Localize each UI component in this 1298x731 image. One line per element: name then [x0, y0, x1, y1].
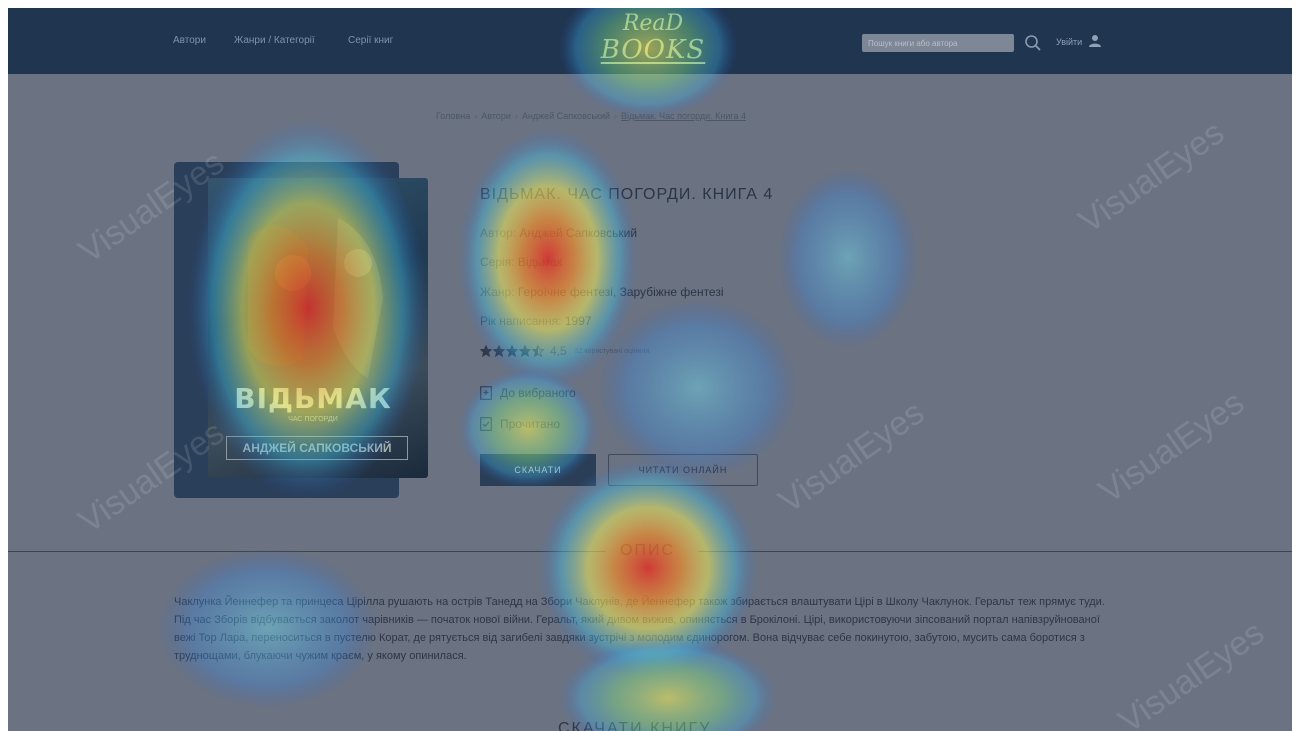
star-icon: [506, 345, 518, 357]
year-value: 1997: [564, 314, 592, 328]
breadcrumb-authors[interactable]: Автори: [481, 111, 511, 121]
breadcrumb: Головна › Автори › Анджей Сапковський › Відьма…: [436, 111, 746, 121]
rating-stars[interactable]: [480, 345, 545, 357]
book-author-row: Автор: Анджей Сапковський: [480, 226, 637, 240]
download-heading: СКАЧАТИ КНИГУ: [558, 720, 712, 731]
star-icon: [493, 345, 505, 357]
nav-genres[interactable]: Жанри / Категорії: [234, 35, 315, 46]
breadcrumb-separator-icon: ›: [474, 111, 478, 121]
mark-read-label: Прочитано: [500, 417, 560, 431]
nav-series[interactable]: Серії книг: [348, 35, 393, 46]
book-title: ВІДЬМАК. ЧАС ПОГОРДИ. КНИГА 4: [480, 186, 774, 203]
genre-label: Жанр:: [480, 285, 515, 299]
book-cover[interactable]: ВІДЬМАК ЧАС ПОГОРДИ АНДЖЕЙ САПКОВСЬКИЙ: [208, 178, 428, 478]
star-icon: [480, 345, 492, 357]
description-heading: ОПИС: [620, 542, 675, 559]
logo-bottom: BOOKS: [600, 35, 706, 65]
page-frame: Автори Жанри / Категорії Серії книг ReaD…: [8, 8, 1292, 731]
nav-authors[interactable]: Автори: [173, 35, 206, 46]
series-label: Серія:: [480, 255, 515, 269]
author-link[interactable]: Анджей Сапковський: [520, 226, 638, 240]
user-icon[interactable]: [1088, 34, 1102, 48]
rating-votes: 32 користувачі оцінили: [574, 347, 650, 355]
description-text: Чаклунка Йеннефер та принцеса Цірілла ру…: [174, 596, 1105, 662]
book-genre-row: Жанр: Героїчне фентезі, Зарубіжне фентез…: [480, 285, 724, 299]
divider-left: [8, 551, 606, 552]
watermark: VisualEyes: [771, 393, 932, 521]
star-icon: [519, 345, 531, 357]
login-link[interactable]: Увійти: [1056, 37, 1082, 47]
divider-right: [698, 551, 1292, 552]
cover-title: ВІДЬМАК: [234, 382, 392, 415]
genre-links[interactable]: Героїчне фентезі, Зарубіжне фентезі: [518, 285, 724, 299]
watermark: VisualEyes: [1091, 383, 1252, 511]
breadcrumb-separator-icon: ›: [514, 111, 518, 121]
mark-read-button[interactable]: Прочитано: [480, 417, 560, 431]
site-logo[interactable]: ReaD BOOKS: [578, 11, 728, 65]
logo-top: ReaD: [622, 11, 684, 36]
series-link[interactable]: Відьмак: [518, 255, 562, 269]
site-header: Автори Жанри / Категорії Серії книг ReaD…: [8, 8, 1292, 74]
rating-row: 4,5 32 користувачі оцінили: [480, 344, 649, 358]
breadcrumb-separator-icon: ›: [614, 111, 618, 121]
download-button[interactable]: СКАЧАТИ: [480, 454, 596, 486]
search-icon[interactable]: [1024, 34, 1042, 52]
read-online-button[interactable]: ЧИТАТИ ОНЛАЙН: [608, 454, 758, 486]
author-label: Автор:: [480, 226, 517, 240]
watermark: VisualEyes: [1111, 613, 1272, 731]
bookmark-plus-icon: [480, 386, 492, 400]
favorite-label: До вибраного: [500, 386, 576, 400]
breadcrumb-author[interactable]: Анджей Сапковський: [522, 111, 610, 121]
cover-art: [248, 218, 383, 378]
favorite-button[interactable]: До вибраного: [480, 386, 576, 400]
breadcrumb-home[interactable]: Головна: [436, 111, 470, 121]
bookmark-check-icon: [480, 417, 492, 431]
cover-author: АНДЖЕЙ САПКОВСЬКИЙ: [226, 436, 408, 460]
rating-value: 4,5: [550, 344, 567, 358]
star-icon: [532, 345, 544, 357]
book-year-row: Рік написання: 1997: [480, 314, 592, 328]
search-input[interactable]: [862, 34, 1014, 52]
book-series-row: Серія: Відьмак: [480, 255, 562, 269]
cover-subtitle: ЧАС ПОГОРДИ: [288, 416, 338, 423]
watermark: VisualEyes: [1071, 113, 1232, 241]
year-label: Рік написання:: [480, 314, 562, 328]
breadcrumb-current[interactable]: Відьмак. Час погорди. Книга 4: [621, 111, 746, 121]
